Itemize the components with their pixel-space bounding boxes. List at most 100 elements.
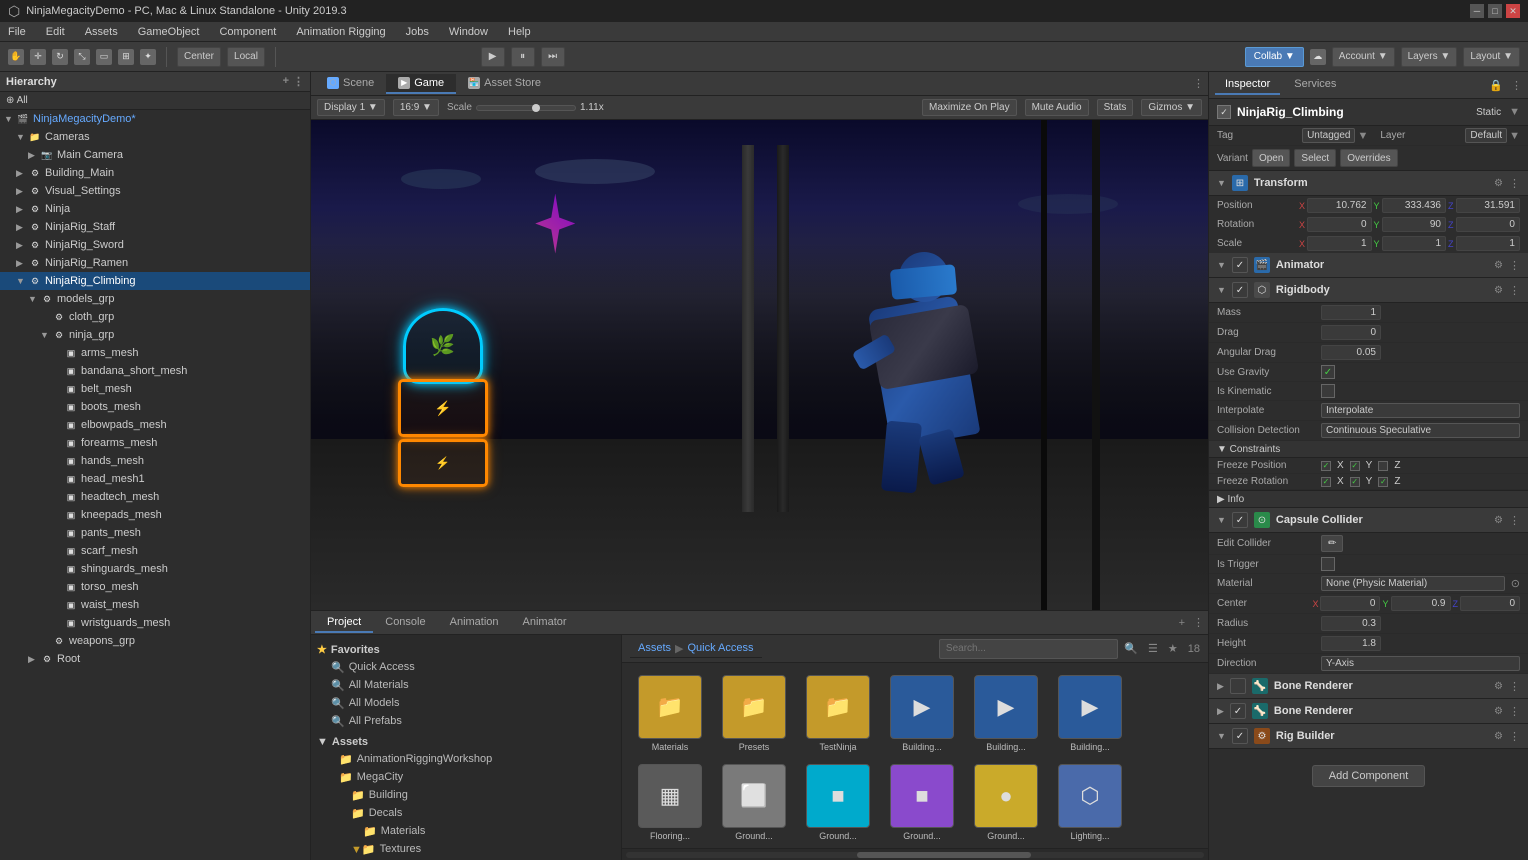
- menu-item-gameobject[interactable]: GameObject: [134, 26, 204, 38]
- hierarchy-item-ninjarig_staff[interactable]: ▶⚙NinjaRig_Staff: [0, 218, 310, 236]
- hierarchy-item-root[interactable]: ▶⚙Root: [0, 650, 310, 668]
- bone-renderer-2-header[interactable]: ▶ ✓ 🦴 Bone Renderer ⚙ ⋮: [1209, 699, 1528, 724]
- hierarchy-item-pants_mesh[interactable]: ▣pants_mesh: [0, 524, 310, 542]
- collab-button[interactable]: Collab ▼: [1245, 47, 1304, 67]
- menu-item-assets[interactable]: Assets: [81, 26, 122, 38]
- hierarchy-item-headtech_mesh[interactable]: ▣headtech_mesh: [0, 488, 310, 506]
- animator-settings-icon[interactable]: ⚙: [1494, 260, 1503, 271]
- tree-expand-icon[interactable]: ▶: [16, 258, 28, 269]
- asset-item[interactable]: ●Ground...: [966, 760, 1046, 845]
- animation-rigging-item[interactable]: 📁 AnimationRiggingWorkshop: [311, 750, 621, 768]
- rect-tool-icon[interactable]: ▭: [96, 49, 112, 65]
- tree-expand-icon[interactable]: ▶: [16, 186, 28, 197]
- is-kinematic-checkbox[interactable]: ✓: [1321, 384, 1335, 398]
- menu-item-animation-rigging[interactable]: Animation Rigging: [292, 26, 389, 38]
- tree-expand-icon[interactable]: ▶: [16, 240, 28, 251]
- gameobject-active-checkbox[interactable]: ✓: [1217, 105, 1231, 119]
- asset-item[interactable]: ▶Building...: [966, 671, 1046, 756]
- scene-tab[interactable]: ⬡ Scene: [315, 74, 386, 94]
- rig-builder-menu-icon[interactable]: ⋮: [1509, 730, 1520, 743]
- inspector-tab[interactable]: Inspector: [1215, 75, 1280, 95]
- tree-expand-icon[interactable]: ▼: [28, 294, 40, 304]
- hierarchy-item-cloth_grp[interactable]: ⚙cloth_grp: [0, 308, 310, 326]
- move-tool-icon[interactable]: ✛: [30, 49, 46, 65]
- scale-x[interactable]: 1: [1307, 236, 1371, 251]
- capsule-settings-icon[interactable]: ⚙: [1494, 515, 1503, 526]
- mass-value[interactable]: 1: [1321, 305, 1381, 320]
- all-materials-item[interactable]: 🔍 All Materials: [311, 676, 621, 694]
- rotate-tool-icon[interactable]: ↻: [52, 49, 68, 65]
- viewport-menu-icon[interactable]: ⋮: [1193, 77, 1204, 90]
- scale-y[interactable]: 1: [1382, 236, 1446, 251]
- hierarchy-item-models_grp[interactable]: ▼⚙models_grp: [0, 290, 310, 308]
- capsule-checkbox[interactable]: ✓: [1232, 512, 1248, 528]
- hierarchy-item-weapons_grp[interactable]: ⚙weapons_grp: [0, 632, 310, 650]
- filter-icon[interactable]: ☰: [1148, 642, 1158, 655]
- scroll-thumb[interactable]: [857, 852, 1030, 858]
- asset-item[interactable]: 📁TestNinja: [798, 671, 878, 756]
- bone2-menu-icon[interactable]: ⋮: [1509, 705, 1520, 718]
- all-prefabs-item[interactable]: 🔍 All Prefabs: [311, 712, 621, 730]
- inspector-menu-icon[interactable]: ⋮: [1511, 79, 1522, 92]
- asset-item[interactable]: 📁Presets: [714, 671, 794, 756]
- edit-collider-btn[interactable]: ✏: [1321, 535, 1343, 552]
- tree-expand-icon[interactable]: ▶: [16, 168, 28, 179]
- tag-dropdown[interactable]: Untagged: [1302, 128, 1355, 143]
- bone1-settings-icon[interactable]: ⚙: [1494, 681, 1503, 692]
- transform-tool-icon[interactable]: ⊞: [118, 49, 134, 65]
- bone-renderer-1-header[interactable]: ▶ 🦴 Bone Renderer ⚙ ⋮: [1209, 674, 1528, 699]
- inspector-lock-icon[interactable]: 🔒: [1489, 79, 1503, 92]
- material-value[interactable]: None (Physic Material): [1321, 576, 1505, 591]
- favorites-header[interactable]: ★ Favorites: [311, 641, 621, 658]
- minimize-button[interactable]: ─: [1470, 4, 1484, 18]
- account-button[interactable]: Account ▼: [1332, 47, 1395, 67]
- center-button[interactable]: Center: [177, 47, 221, 67]
- hierarchy-item-hands_mesh[interactable]: ▣hands_mesh: [0, 452, 310, 470]
- hierarchy-item-arms_mesh[interactable]: ▣arms_mesh: [0, 344, 310, 362]
- tag-dropdown-icon[interactable]: ▼: [1357, 130, 1368, 142]
- scale-z[interactable]: 1: [1456, 236, 1520, 251]
- hierarchy-item-elbowpads_mesh[interactable]: ▣elbowpads_mesh: [0, 416, 310, 434]
- hierarchy-item-torso_mesh[interactable]: ▣torso_mesh: [0, 578, 310, 596]
- asset-item[interactable]: ▶Building...: [882, 671, 962, 756]
- center-x[interactable]: 0: [1320, 596, 1380, 611]
- freeze-pos-y-check[interactable]: ✓: [1350, 461, 1360, 471]
- rigidbody-checkbox[interactable]: ✓: [1232, 282, 1248, 298]
- rig-builder-checkbox[interactable]: ✓: [1232, 728, 1248, 744]
- animator-tab[interactable]: Animator: [511, 613, 579, 633]
- hierarchy-item-head_mesh1[interactable]: ▣head_mesh1: [0, 470, 310, 488]
- bone1-checkbox[interactable]: [1230, 678, 1246, 694]
- direction-dropdown[interactable]: Y-Axis: [1321, 656, 1520, 671]
- rig-builder-header[interactable]: ▼ ✓ ⚙ Rig Builder ⚙ ⋮: [1209, 724, 1528, 749]
- add-component-button[interactable]: Add Component: [1312, 765, 1426, 787]
- ratio-selector[interactable]: 16:9 ▼: [393, 99, 439, 116]
- rotation-z[interactable]: 0: [1456, 217, 1520, 232]
- asset-store-tab[interactable]: 🏪 Asset Store: [456, 74, 553, 94]
- assets-folder-header[interactable]: ▼ Assets: [311, 734, 621, 750]
- hierarchy-item-wristguards_mesh[interactable]: ▣wristguards_mesh: [0, 614, 310, 632]
- hierarchy-item-cameras[interactable]: ▼📁Cameras: [0, 128, 310, 146]
- tree-expand-icon[interactable]: ▶: [28, 150, 40, 161]
- position-y[interactable]: 333.436: [1382, 198, 1446, 213]
- freeze-rot-y-check[interactable]: ✓: [1350, 477, 1360, 487]
- breadcrumb-assets[interactable]: Assets: [638, 642, 671, 654]
- use-gravity-checkbox[interactable]: ✓: [1321, 365, 1335, 379]
- asset-item[interactable]: 📁Materials: [630, 671, 710, 756]
- hierarchy-item-bandana_short_mesh[interactable]: ▣bandana_short_mesh: [0, 362, 310, 380]
- quick-access-item[interactable]: 🔍 Quick Access: [311, 658, 621, 676]
- animator-component-header[interactable]: ▼ ✓ 🎬 Animator ⚙ ⋮: [1209, 253, 1528, 278]
- animator-checkbox[interactable]: ✓: [1232, 257, 1248, 273]
- capsule-menu-icon[interactable]: ⋮: [1509, 514, 1520, 527]
- asset-search-input[interactable]: [939, 639, 1118, 659]
- rigidbody-menu-icon[interactable]: ⋮: [1509, 284, 1520, 297]
- freeze-pos-z-check[interactable]: [1378, 461, 1388, 471]
- hierarchy-item-belt_mesh[interactable]: ▣belt_mesh: [0, 380, 310, 398]
- asset-scrollbar[interactable]: [622, 848, 1208, 860]
- tree-expand-icon[interactable]: ▶: [16, 204, 28, 215]
- cloud-icon[interactable]: ☁: [1310, 49, 1326, 65]
- capsule-collider-header[interactable]: ▼ ✓ ⊙ Capsule Collider ⚙ ⋮: [1209, 508, 1528, 533]
- bone2-settings-icon[interactable]: ⚙: [1494, 706, 1503, 717]
- height-value[interactable]: 1.8: [1321, 636, 1381, 651]
- asset-item[interactable]: ⬡Lighting...: [1050, 760, 1130, 845]
- asset-grid[interactable]: 📁Materials📁Presets📁TestNinja▶Building...…: [622, 663, 1208, 848]
